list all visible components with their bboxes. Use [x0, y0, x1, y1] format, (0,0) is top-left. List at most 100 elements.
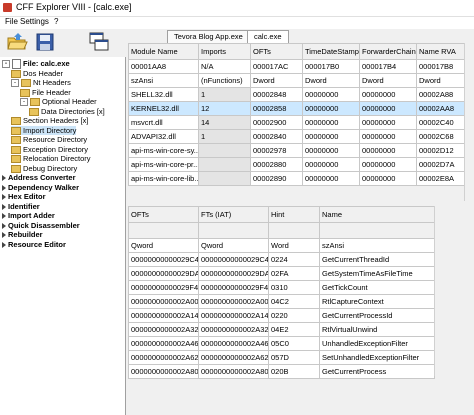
table-cell[interactable]: 02FA	[268, 266, 320, 281]
table-row[interactable]	[128, 222, 435, 239]
column-header[interactable]: Name	[319, 206, 435, 223]
table-cell[interactable]: 00000000	[302, 129, 360, 144]
table-row[interactable]: SHELL32.dll 1 00002848 00000000 00000000 0000…	[128, 87, 465, 102]
table-row[interactable]: 00000000000029C4 00000000000029C4 0224 GetC…	[128, 252, 435, 267]
table-cell[interactable]: 0000000000002A80	[198, 364, 269, 379]
table-cell[interactable]: 000017B4	[359, 59, 417, 74]
table-cell[interactable]: 00000000	[302, 115, 360, 130]
table-cell[interactable]: ADVAPI32.dll	[128, 129, 199, 144]
table-cell[interactable]: api-ms-win-core-sy...	[128, 143, 199, 158]
table-cell[interactable]: szAnsi	[319, 238, 435, 253]
table-cell[interactable]	[198, 157, 251, 172]
table-cell[interactable]: 0000000000002A62	[198, 350, 269, 365]
table-cell[interactable]: 020B	[268, 364, 320, 379]
table-cell[interactable]: 00000000	[359, 143, 417, 158]
table-row[interactable]: szAnsi (nFunctions) Dword Dword Dword Dword	[128, 73, 465, 88]
table-cell[interactable]	[198, 222, 269, 239]
table-cell[interactable]: 1	[198, 87, 251, 102]
menu-help[interactable]: ?	[51, 17, 61, 26]
upper-scrollbar[interactable]	[464, 43, 474, 201]
tree-item-file-header[interactable]: File Header	[20, 88, 71, 97]
table-cell[interactable]: 000017B0	[302, 59, 360, 74]
tree-item-import-directory[interactable]: Import Directory	[11, 125, 77, 135]
tree-item-rebuilder[interactable]: Rebuilder	[2, 230, 43, 239]
table-cell[interactable]: 00000000	[359, 171, 417, 186]
table-cell[interactable]: 0000000000002A46	[128, 336, 199, 351]
table-cell[interactable]: 00002890	[250, 171, 303, 186]
table-cell[interactable]: 00001AA8	[128, 59, 199, 74]
table-cell[interactable]	[268, 222, 320, 239]
table-cell[interactable]: 00000000000029DA	[198, 266, 269, 281]
table-cell[interactable]	[198, 143, 251, 158]
table-cell[interactable]: 00002D7A	[416, 157, 465, 172]
table-row[interactable]: 0000000000002A14 0000000000002A14 0220 GetC…	[128, 308, 435, 323]
table-cell[interactable]	[128, 222, 199, 239]
table-cell[interactable]: 0220	[268, 308, 320, 323]
table-cell[interactable]: 0224	[268, 252, 320, 267]
column-header[interactable]: Module Name	[128, 43, 199, 60]
column-header[interactable]: Imports	[198, 43, 251, 60]
table-cell[interactable]: 00002848	[250, 87, 303, 102]
table-cell[interactable]: Dword	[302, 73, 360, 88]
table-cell[interactable]: 00000000	[302, 87, 360, 102]
table-cell[interactable]: (nFunctions)	[198, 73, 251, 88]
column-header[interactable]: OFTs	[250, 43, 303, 60]
table-cell[interactable]: 00000000000029DA	[128, 266, 199, 281]
table-cell[interactable]: GetTickCount	[319, 280, 435, 295]
column-header[interactable]: ForwarderChain	[359, 43, 417, 60]
table-cell[interactable]: Dword	[250, 73, 303, 88]
table-cell[interactable]: GetCurrentProcessId	[319, 308, 435, 323]
tree-item-resource-editor[interactable]: Resource Editor	[2, 240, 66, 249]
column-header[interactable]: OFTs	[128, 206, 199, 223]
table-row[interactable]: 00000000000029F4 00000000000029F4 0310 GetT…	[128, 280, 435, 295]
table-cell[interactable]: Word	[268, 238, 320, 253]
table-cell[interactable]: 00002E8A	[416, 171, 465, 186]
tree-item-quick-disassembler[interactable]: Quick Disassembler	[2, 221, 80, 230]
table-cell[interactable]: 0000000000002A14	[198, 308, 269, 323]
save-icon[interactable]	[34, 31, 56, 53]
table-cell[interactable]: 000017B8	[416, 59, 465, 74]
table-cell[interactable]: 00002900	[250, 115, 303, 130]
table-cell[interactable]: 00000000	[359, 101, 417, 116]
open-folder-icon[interactable]	[6, 31, 28, 53]
table-cell[interactable]: 000017AC	[250, 59, 303, 74]
column-header[interactable]: TimeDateStamp	[302, 43, 360, 60]
table-row[interactable]: ADVAPI32.dll 1 00002840 00000000 00000000 000…	[128, 129, 465, 144]
tree-item-nt-headers[interactable]: - Nt Headers	[11, 78, 71, 88]
table-cell[interactable]: 00002858	[250, 101, 303, 116]
table-row[interactable]: 00001AA8 N/A 000017AC 000017B0 000017B4 00001…	[128, 59, 465, 74]
table-cell[interactable]: 05C0	[268, 336, 320, 351]
table-row[interactable]: Qword Qword Word szAnsi	[128, 238, 435, 253]
table-cell[interactable]: 00002C40	[416, 115, 465, 130]
table-row[interactable]: api-ms-win-core-lib... 00002890 00000000 00…	[128, 171, 465, 186]
table-cell[interactable]: 0000000000002A00	[198, 294, 269, 309]
tree-item-resource-directory[interactable]: Resource Directory	[11, 135, 87, 145]
table-cell[interactable]: RtlVirtualUnwind	[319, 322, 435, 337]
collapse-icon[interactable]: -	[20, 98, 28, 107]
table-cell[interactable]: N/A	[198, 59, 251, 74]
table-cell[interactable]: 00000000000029F4	[128, 280, 199, 295]
tree-item-file-calc-exe[interactable]: - File: calc.exe	[2, 59, 70, 70]
table-cell[interactable]: 04C2	[268, 294, 320, 309]
table-cell[interactable]: 00002D12	[416, 143, 465, 158]
table-cell[interactable]: 0310	[268, 280, 320, 295]
table-cell[interactable]: Dword	[416, 73, 465, 88]
table-cell[interactable]: 0000000000002A00	[128, 294, 199, 309]
table-row[interactable]: 0000000000002A80 0000000000002A80 020B GetC…	[128, 364, 435, 379]
tree-item-optional-header[interactable]: - Optional Header	[20, 97, 97, 107]
tree-item-dependency-walker[interactable]: Dependency Walker	[2, 183, 79, 192]
table-cell[interactable]: 0000000000002A80	[128, 364, 199, 379]
table-cell[interactable]: api-ms-win-core-pr...	[128, 157, 199, 172]
table-cell[interactable]: 00002C68	[416, 129, 465, 144]
table-cell[interactable]: 00002A88	[416, 87, 465, 102]
table-cell[interactable]: 00000000000029C4	[198, 252, 269, 267]
table-row[interactable]: api-ms-win-core-sy... 00002978 00000000 000…	[128, 143, 465, 158]
table-row[interactable]: msvcrt.dll 14 00002900 00000000 00000000 0000…	[128, 115, 465, 130]
table-cell[interactable]: GetSystemTimeAsFileTime	[319, 266, 435, 281]
tree-item-dos-header[interactable]: Dos Header	[11, 69, 63, 78]
table-cell[interactable]: UnhandledExceptionFilter	[319, 336, 435, 351]
table-row[interactable]: 00000000000029DA 00000000000029DA 02FA GetS…	[128, 266, 435, 281]
table-cell[interactable]: 0000000000002A32	[128, 322, 199, 337]
table-cell[interactable]: 0000000000002A46	[198, 336, 269, 351]
table-cell[interactable]: szAnsi	[128, 73, 199, 88]
